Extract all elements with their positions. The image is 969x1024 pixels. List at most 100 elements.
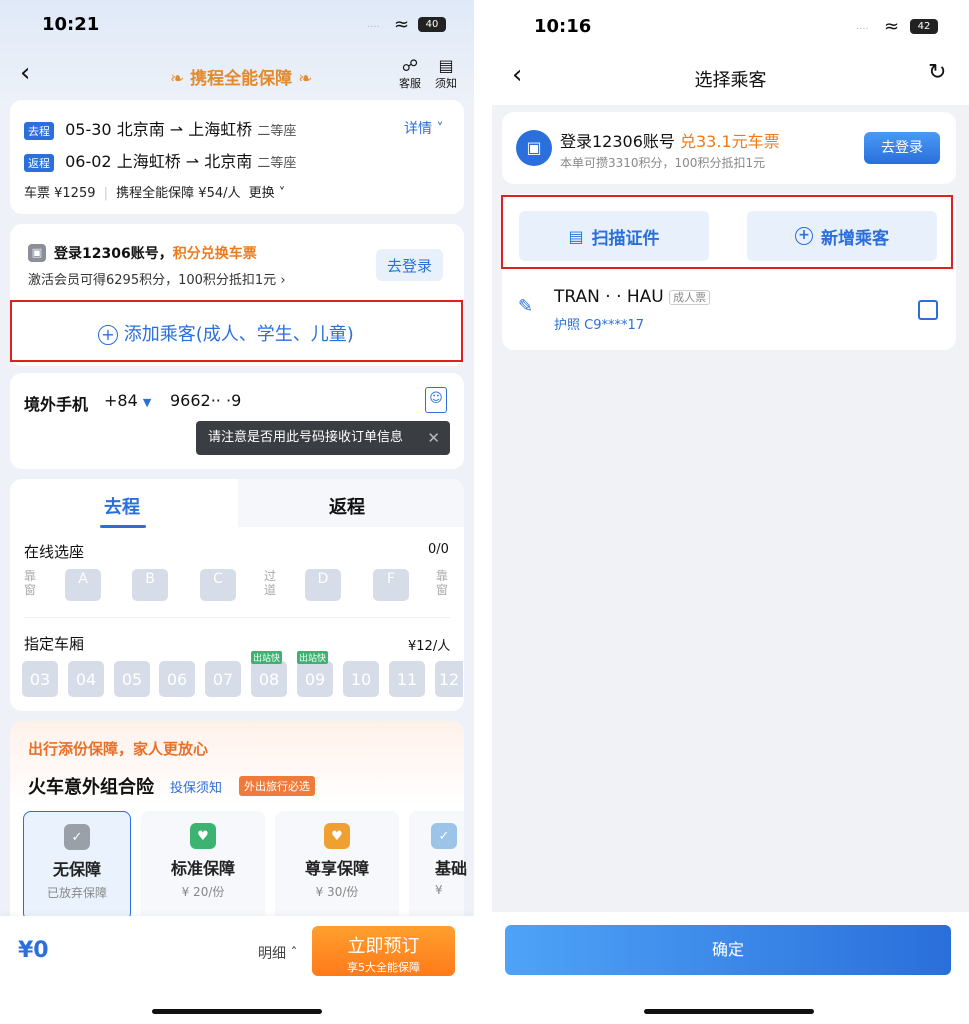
car-03[interactable]: 03 bbox=[22, 661, 58, 697]
option-sub: ¥ 30/份 bbox=[315, 885, 359, 899]
outbound-to: 上海虹桥 bbox=[188, 120, 253, 139]
outbound-date: 05-30 bbox=[65, 120, 112, 139]
divider bbox=[24, 617, 450, 618]
return-tag: 返程 bbox=[24, 153, 54, 172]
phone-number-input[interactable]: 9662·· ·9 bbox=[170, 391, 241, 410]
divider: | bbox=[103, 186, 109, 201]
contacts-icon[interactable]: ☺ bbox=[425, 387, 447, 413]
seat-f[interactable]: F bbox=[373, 569, 409, 601]
banner-highlight: 兑33.1元车票 bbox=[680, 132, 780, 151]
outbound-from: 北京南 bbox=[116, 120, 165, 139]
page-title-text: 携程全能保障 bbox=[190, 69, 293, 89]
phone-tooltip: 请注意是否用此号码接收订单信息 ✕ bbox=[196, 421, 450, 455]
right-screen: 10:16 ···· ≈ 42 ‹ 选择乘客 ↻ ▣ 登录12306账号 兑33… bbox=[492, 0, 969, 1024]
tooltip-text: 请注意是否用此号码接收订单信息 bbox=[208, 430, 404, 445]
book-button[interactable]: 立即预订 享5大全能保障 bbox=[312, 926, 455, 976]
car-09[interactable]: 09 出站快 bbox=[297, 651, 333, 697]
battery-level: 42 bbox=[917, 21, 931, 32]
highlight-box bbox=[501, 195, 953, 269]
car-12[interactable]: 12 bbox=[435, 661, 463, 697]
edit-icon[interactable]: ✎ bbox=[518, 296, 533, 317]
back-icon[interactable]: ‹ bbox=[20, 60, 30, 86]
return-from: 上海虹桥 bbox=[116, 152, 181, 171]
details-link[interactable]: 详情 ˅ bbox=[404, 118, 443, 138]
notice-button[interactable]: ▤ 须知 bbox=[432, 56, 460, 91]
car-number: 09 bbox=[304, 669, 326, 689]
seat-b[interactable]: B bbox=[132, 569, 168, 601]
car-select-title: 指定车厢 bbox=[24, 635, 85, 653]
passenger-name-text: TRAN · · HAU bbox=[554, 287, 664, 307]
insurance-option-none[interactable]: ✓ 无保障 已放弃保障 bbox=[23, 811, 131, 921]
login-sub-text: 激活会员可得6295积分，100积分抵扣1元 bbox=[28, 273, 277, 288]
shield-icon: ✓ bbox=[431, 823, 457, 849]
battery-icon: 40 bbox=[418, 17, 446, 32]
refresh-icon[interactable]: ↻ bbox=[928, 62, 946, 84]
close-icon[interactable]: ✕ bbox=[427, 421, 440, 455]
option-sub: 已放弃保障 bbox=[46, 886, 107, 900]
fast-exit-tag: 出站快 bbox=[251, 651, 283, 664]
passenger-checkbox[interactable] bbox=[918, 300, 938, 320]
car-price: ¥12/人 bbox=[408, 639, 451, 654]
confirm-button[interactable]: 确定 bbox=[505, 925, 951, 975]
fast-exit-tag: 出站快 bbox=[297, 651, 329, 664]
outbound-tag: 去程 bbox=[24, 121, 54, 140]
car-11[interactable]: 11 bbox=[389, 661, 425, 697]
insurance-option-basic[interactable]: ✓ 基础 ¥ bbox=[409, 811, 467, 921]
tab-underline bbox=[100, 525, 146, 528]
phone-label: 境外手机 bbox=[24, 395, 89, 414]
seat-a[interactable]: A bbox=[65, 569, 101, 601]
wifi-icon: ≈ bbox=[394, 14, 410, 35]
status-time: 10:21 bbox=[42, 14, 100, 35]
battery-icon: 42 bbox=[910, 19, 938, 34]
service-label: 客服 bbox=[399, 77, 421, 90]
tab-outbound[interactable]: 去程 bbox=[104, 493, 140, 519]
chevron-down-icon: ˅ bbox=[436, 121, 444, 137]
home-indicator bbox=[152, 1009, 322, 1014]
car-06[interactable]: 06 bbox=[159, 661, 195, 697]
banner-title: 登录12306账号 兑33.1元车票 bbox=[560, 128, 780, 152]
passenger-row[interactable]: ✎ TRAN · · HAU 成人票 护照 C9****17 bbox=[502, 274, 956, 350]
detail-label: 明细 bbox=[258, 946, 286, 962]
protect-price: 携程全能保障 ¥54/人 bbox=[116, 186, 241, 201]
return-to: 北京南 bbox=[204, 152, 253, 171]
insurance-option-premium[interactable]: ♥ 尊享保障 ¥ 30/份 bbox=[275, 811, 399, 921]
insurance-title: 火车意外组合险 bbox=[28, 777, 154, 798]
seat-c[interactable]: C bbox=[200, 569, 236, 601]
book-label: 立即预订 bbox=[347, 936, 420, 957]
return-seat: 二等座 bbox=[257, 156, 297, 171]
country-code: +84 bbox=[104, 391, 138, 410]
caret-down-icon: ▼ bbox=[142, 396, 152, 409]
service-button[interactable]: ☍ 客服 bbox=[396, 56, 424, 91]
car-05[interactable]: 05 bbox=[114, 661, 150, 697]
login-button[interactable]: 去登录 bbox=[376, 249, 443, 281]
insurance-badge: 外出旅行必选 bbox=[239, 776, 315, 796]
insurance-slogan: 出行添份保障，家人更放心 bbox=[28, 740, 209, 758]
ticket-price: 车票 ¥1259 bbox=[24, 186, 96, 201]
insurance-option-standard[interactable]: ♥ 标准保障 ¥ 20/份 bbox=[141, 811, 265, 921]
notice-label: 须知 bbox=[435, 77, 457, 90]
notice-icon: ▤ bbox=[438, 56, 454, 75]
battery-level: 40 bbox=[425, 19, 439, 30]
car-07[interactable]: 07 bbox=[205, 661, 241, 697]
change-link[interactable]: 更换 ˅ bbox=[249, 186, 286, 201]
car-10[interactable]: 10 bbox=[343, 661, 379, 697]
option-sub: ¥ 20/份 bbox=[181, 885, 225, 899]
trip-card: 去程 05-30 北京南 ⇀ 上海虹桥 二等座 详情 ˅ 返程 06-02 上海… bbox=[10, 100, 464, 214]
login-button[interactable]: 去登录 bbox=[864, 132, 940, 164]
login-highlight: 积分兑换车票 bbox=[172, 246, 257, 262]
detail-toggle[interactable]: 明细 ˆ bbox=[258, 943, 297, 963]
wifi-icon: ≈ bbox=[884, 16, 900, 37]
login-title-text: 登录12306账号， bbox=[54, 246, 173, 262]
seat-d[interactable]: D bbox=[305, 569, 341, 601]
page-title: 选择乘客 bbox=[694, 70, 767, 91]
insurance-notice-link[interactable]: 投保须知 bbox=[170, 777, 222, 796]
login-banner: ▣ 登录12306账号 兑33.1元车票 本单可攒3310积分，100积分抵扣1… bbox=[502, 112, 956, 184]
book-sub: 享5大全能保障 bbox=[347, 961, 420, 974]
ticket-type-badge: 成人票 bbox=[669, 290, 711, 305]
shield-heart-icon: ♥ bbox=[190, 823, 216, 849]
car-08[interactable]: 08 出站快 bbox=[251, 651, 287, 697]
country-code-select[interactable]: +84 ▼ bbox=[104, 391, 151, 410]
signal-icon: ···· bbox=[367, 22, 380, 33]
tab-return[interactable]: 返程 bbox=[329, 493, 365, 519]
car-04[interactable]: 04 bbox=[68, 661, 104, 697]
